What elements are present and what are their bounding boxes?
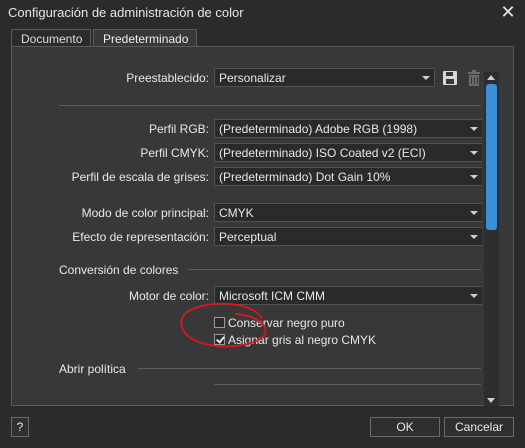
chevron-down-icon [470,151,478,155]
gray-profile-label: Perfil de escala de grises: [71,170,209,184]
color-engine-value: Microsoft ICM CMM [219,289,325,303]
divider [188,269,481,270]
chevron-down-icon [470,175,478,179]
assign-gray-checkbox[interactable] [214,334,225,345]
settings-panel: Preestablecido: Personalizar Perfil RGB:… [11,46,514,406]
color-engine-select[interactable]: Microsoft ICM CMM [214,286,482,305]
rendering-intent-select[interactable]: Perceptual [214,227,482,246]
delete-preset-icon[interactable] [466,70,482,86]
help-button[interactable]: ? [11,417,29,437]
rendering-intent-value: Perceptual [219,230,277,244]
color-mode-select[interactable]: CMYK [214,203,482,222]
cancel-button[interactable]: Cancelar [444,417,514,437]
gray-profile-value: (Predeterminado) Dot Gain 10% [219,170,391,184]
assign-gray-label: Asignar gris al negro CMYK [228,333,377,347]
preserve-black-label: Conservar negro puro [228,316,345,330]
chevron-down-icon [470,211,478,215]
divider [138,368,481,369]
vertical-scrollbar[interactable] [484,72,499,406]
preset-value: Personalizar [219,71,286,85]
scroll-down-icon[interactable] [487,398,495,403]
divider [59,105,481,106]
preset-label: Preestablecido: [126,71,209,85]
cmyk-profile-select[interactable]: (Predeterminado) ISO Coated v2 (ECI) [214,143,482,162]
chevron-down-icon [470,235,478,239]
open-policy-heading: Abrir política [59,362,126,376]
rendering-intent-label: Efecto de representación: [72,230,209,244]
conversion-heading: Conversión de colores [59,263,179,277]
preset-select[interactable]: Personalizar [214,68,435,87]
rgb-profile-select[interactable]: (Predeterminado) Adobe RGB (1998) [214,119,482,138]
ok-button[interactable]: OK [370,417,440,437]
close-icon[interactable]: ✕ [497,1,519,23]
save-preset-icon[interactable] [442,70,458,86]
window-title: Configuración de administración de color [8,5,244,20]
rgb-profile-label: Perfil RGB: [148,122,209,136]
scrollbar-thumb[interactable] [486,84,497,230]
color-mode-label: Modo de color principal: [81,206,209,220]
cmyk-profile-value: (Predeterminado) ISO Coated v2 (ECI) [219,146,426,160]
divider [214,384,481,385]
scroll-content: Preestablecido: Personalizar Perfil RGB:… [12,47,482,392]
chevron-down-icon [470,294,478,298]
tab-documento[interactable]: Documento [11,29,91,47]
rgb-profile-value: (Predeterminado) Adobe RGB (1998) [219,122,418,136]
cmyk-profile-label: Perfil CMYK: [140,146,209,160]
scroll-up-icon[interactable] [487,75,495,80]
gray-profile-select[interactable]: (Predeterminado) Dot Gain 10% [214,167,482,186]
chevron-down-icon [422,76,430,80]
color-engine-label: Motor de color: [128,289,209,303]
chevron-down-icon [470,127,478,131]
color-mode-value: CMYK [219,206,254,220]
preserve-black-checkbox[interactable] [214,317,225,328]
title-bar: Configuración de administración de color… [0,0,525,26]
